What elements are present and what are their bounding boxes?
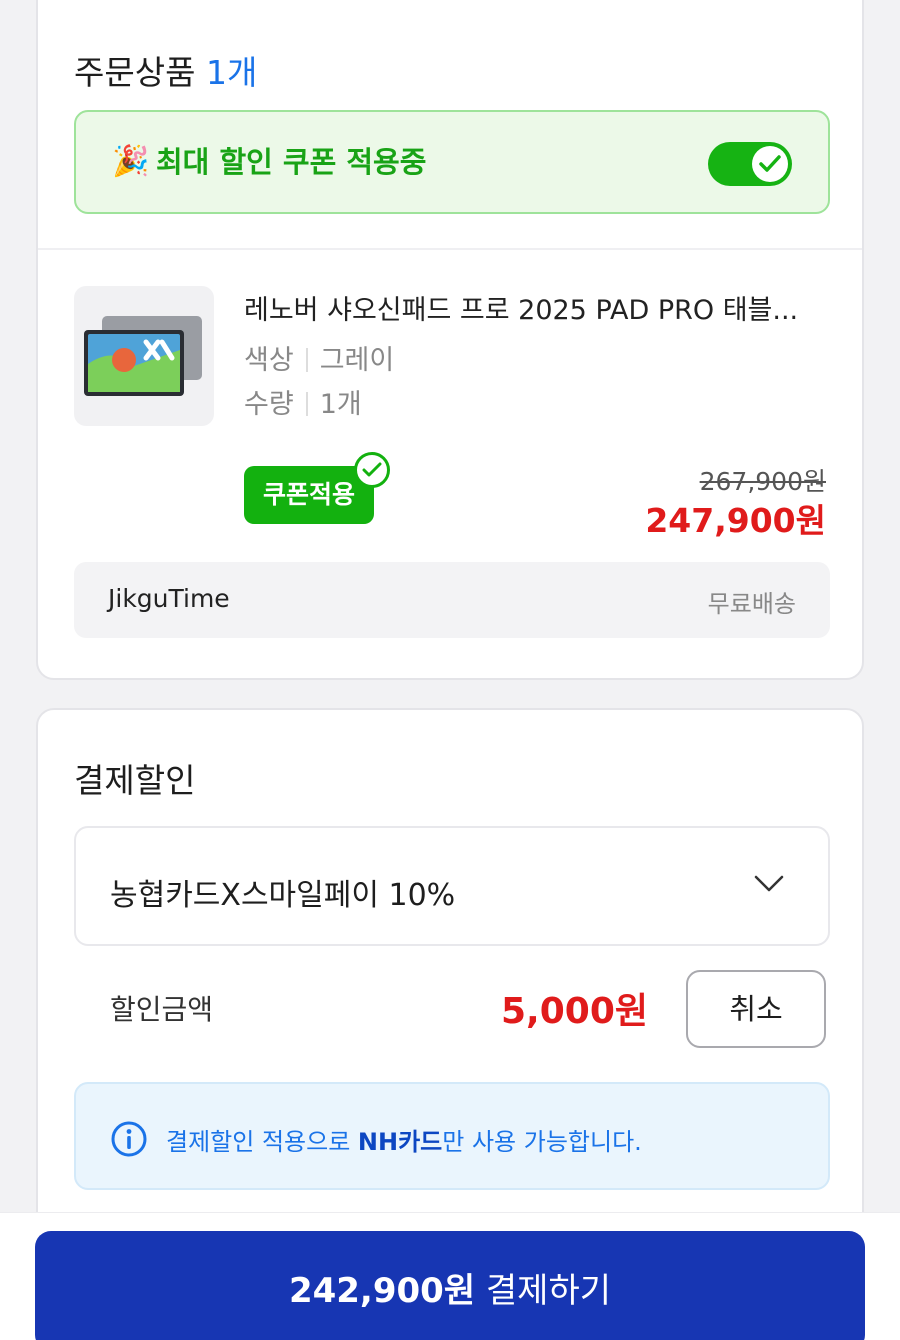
discount-amount-value: 5,000원 [501, 991, 648, 1032]
discount-notice: 결제할인 적용으로 NH카드만 사용 가능합니다. [74, 1082, 830, 1190]
notice-suffix: 만 사용 가능합니다. [442, 1128, 642, 1156]
option-quantity-label: 수량 [244, 389, 294, 420]
discount-select[interactable]: 농협카드X스마일페이 10% [74, 826, 830, 946]
pay-label: 결제하기 [485, 1271, 612, 1311]
section-divider [38, 248, 862, 250]
max-coupon-banner[interactable]: 🎉 최대 할인 쿠폰 적용중 [74, 110, 830, 214]
seller-info: JikguTime 무료배송 [74, 562, 830, 638]
payment-discount-title: 결제할인 [74, 761, 196, 800]
check-icon [362, 462, 382, 477]
coupon-banner-text: 최대 할인 쿠폰 적용중 [156, 145, 427, 179]
product-thumbnail[interactable] [74, 286, 214, 426]
pay-amount: 242,900원 [288, 1271, 476, 1311]
order-items-title-text: 주문상품 [74, 53, 196, 92]
option-color-value: 그레이 [319, 345, 395, 376]
original-price: 267,900원 [699, 467, 826, 496]
option-color-label: 색상 [244, 345, 294, 376]
check-icon [759, 155, 781, 172]
check-circle-icon [354, 452, 390, 488]
notice-card-name: NH카드 [357, 1128, 443, 1156]
coupon-applied-label: 쿠폰적용 [262, 480, 355, 509]
option-separator [305, 348, 308, 372]
chevron-down-icon [754, 875, 784, 892]
party-popper-icon: 🎉 [112, 144, 150, 179]
order-items-count: 1개 [205, 53, 258, 92]
coupon-applied-badge: 쿠폰적용 [244, 452, 390, 524]
cancel-discount-button[interactable]: 취소 [686, 970, 826, 1048]
coupon-toggle[interactable] [708, 142, 792, 186]
discount-amount-label: 할인금액 [110, 993, 214, 1026]
product-name[interactable]: 레노버 샤오신패드 프로 2025 PAD PRO 태블... [244, 288, 798, 327]
option-separator [305, 392, 308, 416]
option-quantity-value: 1개 [319, 389, 362, 420]
tablet-image-icon [84, 316, 202, 396]
option-color: 색상 그레이 [244, 338, 394, 377]
discount-notice-text: 결제할인 적용으로 NH카드만 사용 가능합니다. [166, 1122, 642, 1157]
order-items-card: 주문상품 1개 🎉 최대 할인 쿠폰 적용중 레노버 샤오신패드 프로 2025… [36, 0, 864, 680]
toggle-knob [752, 146, 788, 182]
pay-button[interactable]: 242,900원 결제하기 [35, 1231, 865, 1340]
sale-price: 247,900원 [645, 501, 826, 540]
shipping-info: 무료배송 [707, 590, 796, 618]
notice-prefix: 결제할인 적용으로 [166, 1128, 358, 1156]
option-quantity: 수량 1개 [244, 382, 362, 421]
seller-name: JikguTime [108, 584, 230, 613]
info-icon [111, 1121, 147, 1157]
discount-selected-option: 농협카드X스마일페이 10% [110, 878, 456, 913]
payment-footer: 242,900원 결제하기 [0, 1212, 900, 1340]
order-items-title: 주문상품 1개 [74, 46, 257, 94]
